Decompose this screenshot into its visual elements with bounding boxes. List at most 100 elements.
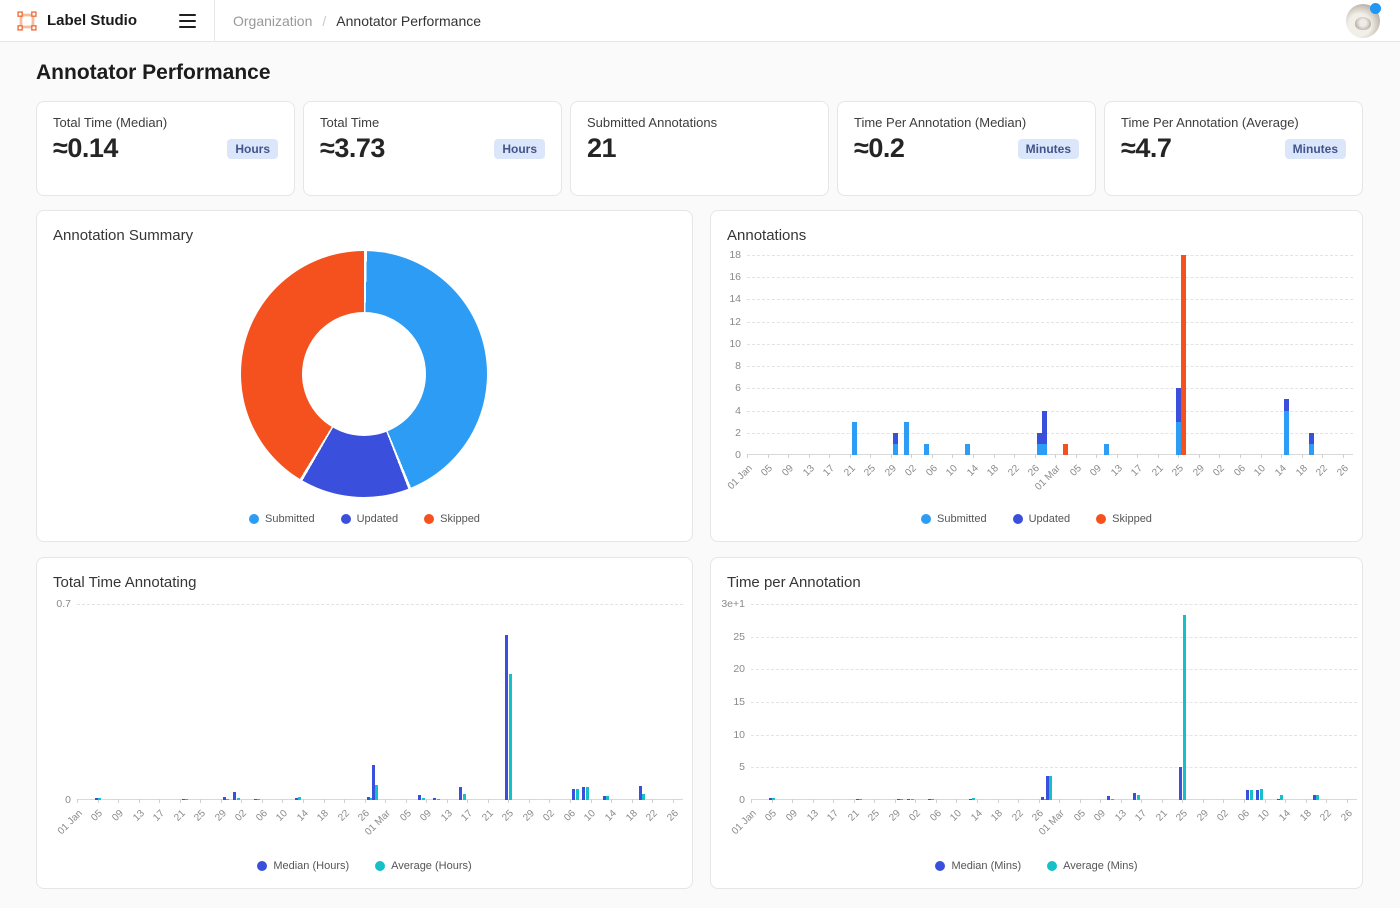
legend-item-updated[interactable]: Updated — [1013, 513, 1071, 525]
legend-item-median-mins[interactable]: Median (Mins) — [935, 860, 1021, 872]
main-content: Annotator Performance Total Time (Median… — [0, 61, 1400, 889]
x-tick — [344, 799, 345, 803]
gridline — [751, 735, 1357, 736]
x-tick — [426, 799, 427, 803]
updated-bar — [893, 433, 898, 444]
average-hours-bar — [422, 798, 425, 800]
page-title: Annotator Performance — [36, 61, 1363, 85]
x-tick — [180, 799, 181, 803]
x-tick — [911, 454, 912, 458]
x-tick — [854, 799, 855, 803]
x-tick — [447, 799, 448, 803]
breadcrumb-organization[interactable]: Organization — [233, 13, 312, 29]
y-tick-label: 3e+1 — [713, 598, 745, 610]
average-mins-bar — [972, 798, 975, 800]
stat-card-unit-badge: Hours — [227, 139, 278, 159]
y-tick-label: 18 — [709, 249, 741, 261]
legend-item-average-mins[interactable]: Average (Mins) — [1047, 860, 1137, 872]
y-tick-label: 0.7 — [39, 598, 71, 610]
average-hours-bar — [257, 799, 260, 800]
average-mins-bar — [1049, 776, 1052, 800]
hamburger-menu-button[interactable] — [175, 10, 200, 32]
x-tick — [611, 799, 612, 803]
x-tick — [1141, 799, 1142, 803]
average-hours-bar — [98, 798, 101, 800]
chart-title: Annotation Summary — [53, 227, 193, 244]
average-mins-bar — [859, 799, 862, 800]
y-tick-label: 10 — [709, 338, 741, 350]
x-tick — [788, 454, 789, 458]
stat-card-total-time: Total Time≈3.73Hours — [303, 101, 562, 196]
legend-item-submitted[interactable]: Submitted — [921, 513, 987, 525]
x-tick — [1199, 454, 1200, 458]
x-tick — [1281, 454, 1282, 458]
annotation-summary-card: Annotation Summary Submitted Updated Skipp… — [36, 210, 693, 542]
legend-label: Updated — [357, 513, 399, 525]
x-tick — [488, 799, 489, 803]
breadcrumb: Organization / Annotator Performance — [233, 13, 481, 29]
x-tick — [1326, 799, 1327, 803]
gridline — [747, 277, 1353, 278]
label-studio-logo-icon — [16, 10, 38, 32]
x-tick — [1240, 454, 1241, 458]
annotations-chart-card: Annotations 18161412108642001 Jan0509131… — [710, 210, 1363, 542]
legend-item-submitted[interactable]: Submitted — [249, 513, 315, 525]
updated-bar — [1284, 399, 1289, 410]
x-tick — [751, 799, 752, 803]
updated-bar — [1042, 411, 1047, 444]
chart-legend: Submitted Updated Skipped — [37, 513, 692, 525]
x-tick — [809, 454, 810, 458]
stat-card-unit-badge: Minutes — [1285, 139, 1346, 159]
x-tick — [1014, 454, 1015, 458]
x-tick — [1219, 454, 1220, 458]
stat-card-submitted-annotations: Submitted Annotations21 — [570, 101, 829, 196]
y-tick-label: 0 — [709, 449, 741, 461]
stat-card-unit-badge: Hours — [494, 139, 545, 159]
x-tick — [915, 799, 916, 803]
chart-grid: Annotation Summary Submitted Updated Skipp… — [36, 210, 1363, 889]
legend-item-skipped[interactable]: Skipped — [424, 513, 480, 525]
hamburger-menu-icon — [179, 14, 196, 28]
stat-card-label: Total Time — [320, 115, 545, 130]
gridline — [77, 604, 683, 605]
y-tick-label: 4 — [709, 405, 741, 417]
gridline — [751, 702, 1357, 703]
submitted-legend-dot — [249, 514, 259, 524]
x-tick — [1055, 454, 1056, 458]
x-tick — [324, 799, 325, 803]
submitted-legend-dot — [921, 514, 931, 524]
x-tick — [1265, 799, 1266, 803]
legend-item-updated[interactable]: Updated — [341, 513, 399, 525]
x-tick — [241, 799, 242, 803]
y-tick-label: 0 — [713, 794, 745, 806]
y-tick-label: 15 — [713, 696, 745, 708]
x-tick — [652, 799, 653, 803]
average-mins-bar — [1183, 615, 1186, 800]
x-tick — [77, 799, 78, 803]
legend-item-skipped[interactable]: Skipped — [1096, 513, 1152, 525]
breadcrumb-current: Annotator Performance — [336, 13, 481, 29]
x-tick — [1076, 454, 1077, 458]
stat-card-value: 21 — [587, 133, 616, 164]
x-tick — [118, 799, 119, 803]
gridline — [747, 366, 1353, 367]
x-tick — [1302, 454, 1303, 458]
avatar-status-dot — [1370, 3, 1381, 14]
average-hours-bar — [375, 785, 378, 800]
legend-item-median-hours[interactable]: Median (Hours) — [257, 860, 349, 872]
chart-title: Time per Annotation — [727, 574, 861, 591]
legend-label: Skipped — [440, 513, 480, 525]
x-tick — [1223, 799, 1224, 803]
stat-card-label: Time Per Annotation (Median) — [854, 115, 1079, 130]
average-hours-bar — [642, 794, 645, 800]
legend-label: Updated — [1029, 513, 1071, 525]
x-tick — [747, 454, 748, 458]
average-hours-legend-dot — [375, 861, 385, 871]
x-tick — [139, 799, 140, 803]
submitted-bar — [1309, 444, 1314, 455]
submitted-bar — [852, 422, 857, 455]
legend-item-average-hours[interactable]: Average (Hours) — [375, 860, 472, 872]
y-tick-label: 5 — [713, 761, 745, 773]
x-tick — [282, 799, 283, 803]
chart-plot: 0.7001 Jan050913172125290206101418222601… — [77, 604, 683, 800]
